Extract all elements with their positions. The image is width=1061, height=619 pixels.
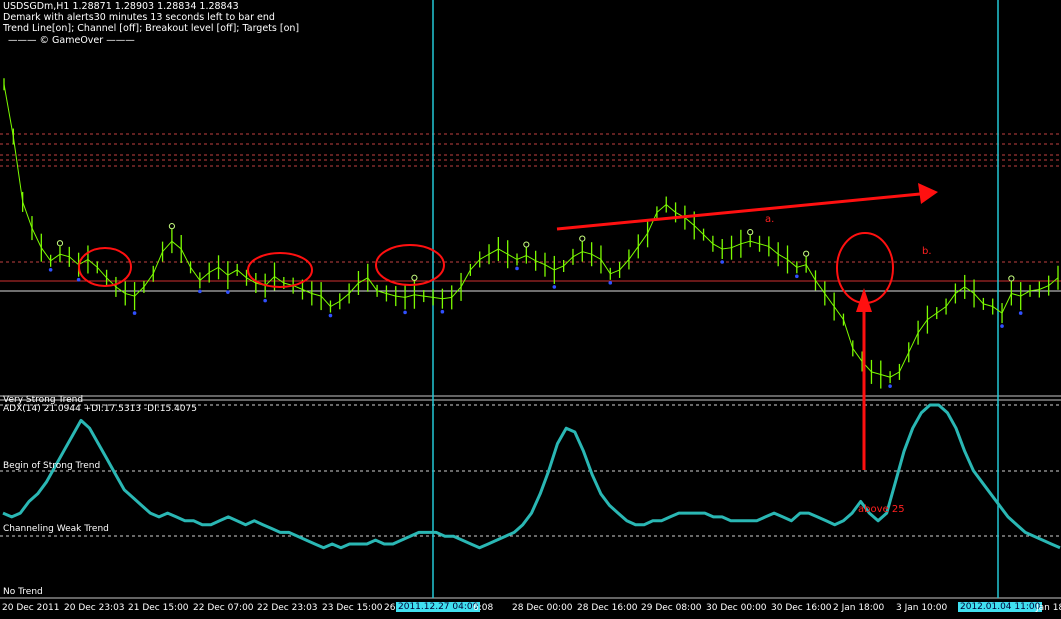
x-tick: Jan 18: (1036, 603, 1061, 613)
x-tick: 26 (384, 603, 396, 613)
price-and-adx-chart[interactable] (0, 0, 1061, 619)
x-tick: 20 Dec 23:03 (64, 603, 125, 613)
swing-high-marker (523, 241, 530, 248)
x-tick-highlight-crosshair: 2012.01.04 11:00 (958, 602, 1043, 612)
swing-low-marker (795, 274, 799, 279)
swing-low-marker (132, 311, 137, 315)
x-tick: 29 Dec 08:00 (641, 603, 702, 613)
swing-low-marker (720, 260, 725, 264)
x-tick: 20 Dec 2011 (2, 603, 60, 613)
x-tick: 28 Dec 16:00 (577, 603, 638, 613)
up-arrow-head (856, 288, 872, 312)
swing-high-marker (56, 240, 64, 247)
trend-arrow-a (556, 192, 921, 231)
x-tick: 21 Dec 15:00 (128, 603, 189, 613)
x-tick: 30 Dec 00:00 (706, 603, 767, 613)
swing-low-marker (198, 289, 202, 294)
x-tick: 22 Dec 23:03 (257, 603, 318, 613)
x-tick: 2 Jan 18:00 (833, 603, 885, 613)
swing-low-marker (403, 310, 407, 315)
swing-low-marker (263, 298, 267, 303)
x-tick: 30 Dec 16:00 (771, 603, 832, 613)
adx-line (2, 403, 1061, 550)
adx-readout: ADX(14) 21.0944 +DI:17.5313 -DI:15.4075 (3, 404, 197, 414)
x-tick: 22 Dec 07:00 (193, 603, 254, 613)
annotation-ellipse (78, 247, 132, 287)
annotation-ellipse (375, 244, 445, 286)
price-line (3, 84, 1059, 378)
swing-low-marker (552, 285, 557, 289)
annotation-a: a. (765, 214, 775, 225)
annotation-b: b. (922, 246, 932, 257)
swing-low-marker (608, 281, 613, 285)
annotation-above-25: above 25 (858, 504, 905, 515)
level-begin-strong: Begin of Strong Trend (3, 461, 101, 471)
level-channeling-weak: Channeling Weak Trend (3, 524, 109, 534)
x-tick: 28 Dec 00:00 (512, 603, 573, 613)
swing-low-marker (440, 309, 445, 314)
swing-high-marker (579, 235, 586, 242)
swing-low-marker (226, 290, 230, 294)
swing-high-marker (1008, 275, 1015, 282)
swing-low-marker (1018, 311, 1023, 315)
swing-high-marker (168, 223, 175, 230)
swing-high-marker (411, 274, 418, 281)
level-no-trend: No Trend (3, 587, 43, 597)
swing-low-marker (515, 266, 519, 271)
x-tick: 23 Dec 15:00 (322, 603, 383, 613)
trend-arrow-a-head (918, 183, 938, 204)
swing-low-marker (328, 313, 333, 318)
x-tick-highlight-crosshair: 2011.12.27 04:00 (396, 602, 481, 612)
swing-low-marker (888, 384, 892, 388)
x-tick: 6:08 (473, 603, 494, 613)
swing-high-marker (747, 229, 754, 236)
annotation-ellipse (247, 252, 313, 288)
swing-high-marker (803, 250, 810, 257)
swing-low-marker (76, 277, 81, 282)
x-tick: 3 Jan 10:00 (896, 603, 948, 613)
swing-low-marker (1000, 324, 1004, 328)
swing-low-marker (48, 267, 53, 272)
